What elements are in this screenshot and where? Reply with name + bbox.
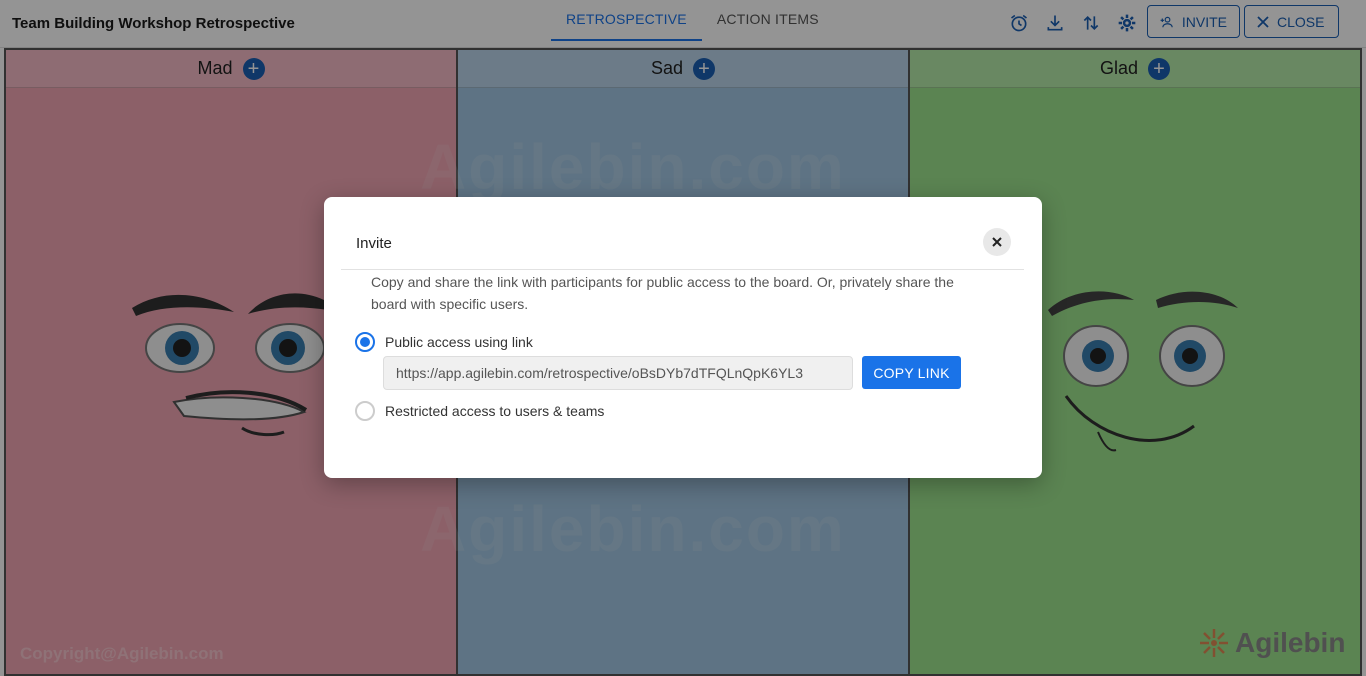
- dialog-title: Invite: [356, 235, 392, 252]
- restricted-access-option[interactable]: Restricted access to users & teams: [355, 401, 604, 421]
- public-access-radio[interactable]: [355, 332, 375, 352]
- copy-link-button[interactable]: COPY LINK: [862, 356, 961, 389]
- close-icon: [992, 237, 1002, 247]
- public-access-label: Public access using link: [385, 334, 533, 350]
- public-access-option[interactable]: Public access using link: [355, 332, 533, 352]
- invite-dialog: Invite Copy and share the link with part…: [324, 197, 1042, 478]
- restricted-access-radio[interactable]: [355, 401, 375, 421]
- dialog-description: Copy and share the link with participant…: [371, 274, 954, 312]
- dialog-divider: [341, 269, 1024, 270]
- dialog-close-button[interactable]: [983, 228, 1011, 256]
- share-link-field[interactable]: [383, 356, 853, 390]
- restricted-access-label: Restricted access to users & teams: [385, 403, 605, 419]
